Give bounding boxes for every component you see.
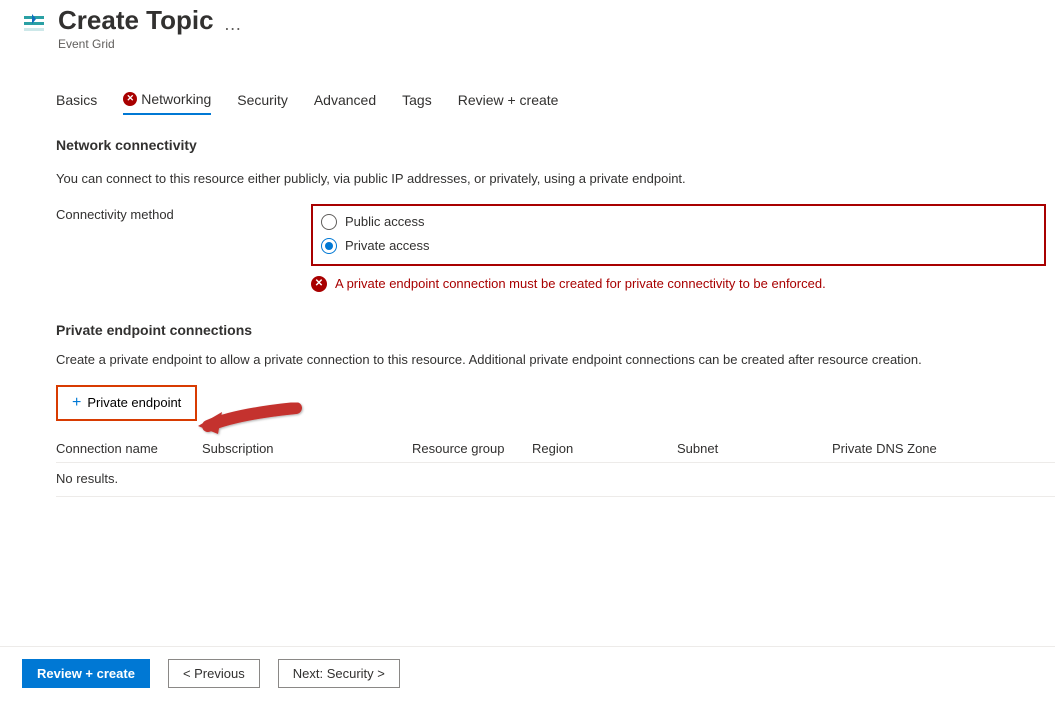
validation-error-text: A private endpoint connection must be cr… xyxy=(335,276,826,291)
radio-private-access[interactable]: Private access xyxy=(321,234,1036,258)
connectivity-method-label: Connectivity method xyxy=(56,204,311,222)
radio-icon xyxy=(321,214,337,230)
tab-security[interactable]: Security xyxy=(237,91,288,115)
private-endpoint-table: Connection name Subscription Resource gr… xyxy=(56,435,1055,497)
connectivity-method-group: Public access Private access xyxy=(311,204,1046,266)
tab-tags[interactable]: Tags xyxy=(402,91,432,115)
col-subnet[interactable]: Subnet xyxy=(677,441,832,456)
page-subtitle: Event Grid xyxy=(58,37,214,51)
add-private-endpoint-label: Private endpoint xyxy=(87,395,181,410)
tab-networking[interactable]: Networking xyxy=(123,91,211,115)
wizard-footer: Review + create < Previous Next: Securit… xyxy=(0,646,1055,702)
col-connection-name[interactable]: Connection name xyxy=(56,441,202,456)
radio-icon xyxy=(321,238,337,254)
col-private-dns[interactable]: Private DNS Zone xyxy=(832,441,992,456)
table-empty-row: No results. xyxy=(56,462,1055,497)
next-button[interactable]: Next: Security > xyxy=(278,659,400,688)
page-header: Create Topic Event Grid … xyxy=(0,0,1055,51)
table-header-row: Connection name Subscription Resource gr… xyxy=(56,435,1055,462)
radio-public-label: Public access xyxy=(345,214,424,229)
validation-error: A private endpoint connection must be cr… xyxy=(311,276,1055,292)
tab-bar: Basics Networking Security Advanced Tags… xyxy=(56,91,1055,115)
error-icon xyxy=(123,92,137,106)
tab-advanced[interactable]: Advanced xyxy=(314,91,376,115)
plus-icon: + xyxy=(72,395,81,411)
col-region[interactable]: Region xyxy=(532,441,677,456)
private-endpoint-heading: Private endpoint connections xyxy=(56,322,1055,338)
more-menu-icon[interactable]: … xyxy=(224,14,243,35)
network-connectivity-heading: Network connectivity xyxy=(56,137,1055,153)
radio-public-access[interactable]: Public access xyxy=(321,210,1036,234)
previous-button[interactable]: < Previous xyxy=(168,659,260,688)
tab-basics[interactable]: Basics xyxy=(56,91,97,115)
add-private-endpoint-button[interactable]: + Private endpoint xyxy=(56,385,197,421)
radio-private-label: Private access xyxy=(345,238,430,253)
col-resource-group[interactable]: Resource group xyxy=(412,441,532,456)
error-icon xyxy=(311,276,327,292)
tab-networking-label: Networking xyxy=(141,91,211,107)
review-create-button[interactable]: Review + create xyxy=(22,659,150,688)
private-endpoint-desc: Create a private endpoint to allow a pri… xyxy=(56,352,956,367)
page-title: Create Topic xyxy=(58,6,214,36)
event-grid-icon xyxy=(22,12,46,36)
tab-review-create[interactable]: Review + create xyxy=(458,91,559,115)
col-subscription[interactable]: Subscription xyxy=(202,441,412,456)
network-connectivity-desc: You can connect to this resource either … xyxy=(56,171,956,186)
